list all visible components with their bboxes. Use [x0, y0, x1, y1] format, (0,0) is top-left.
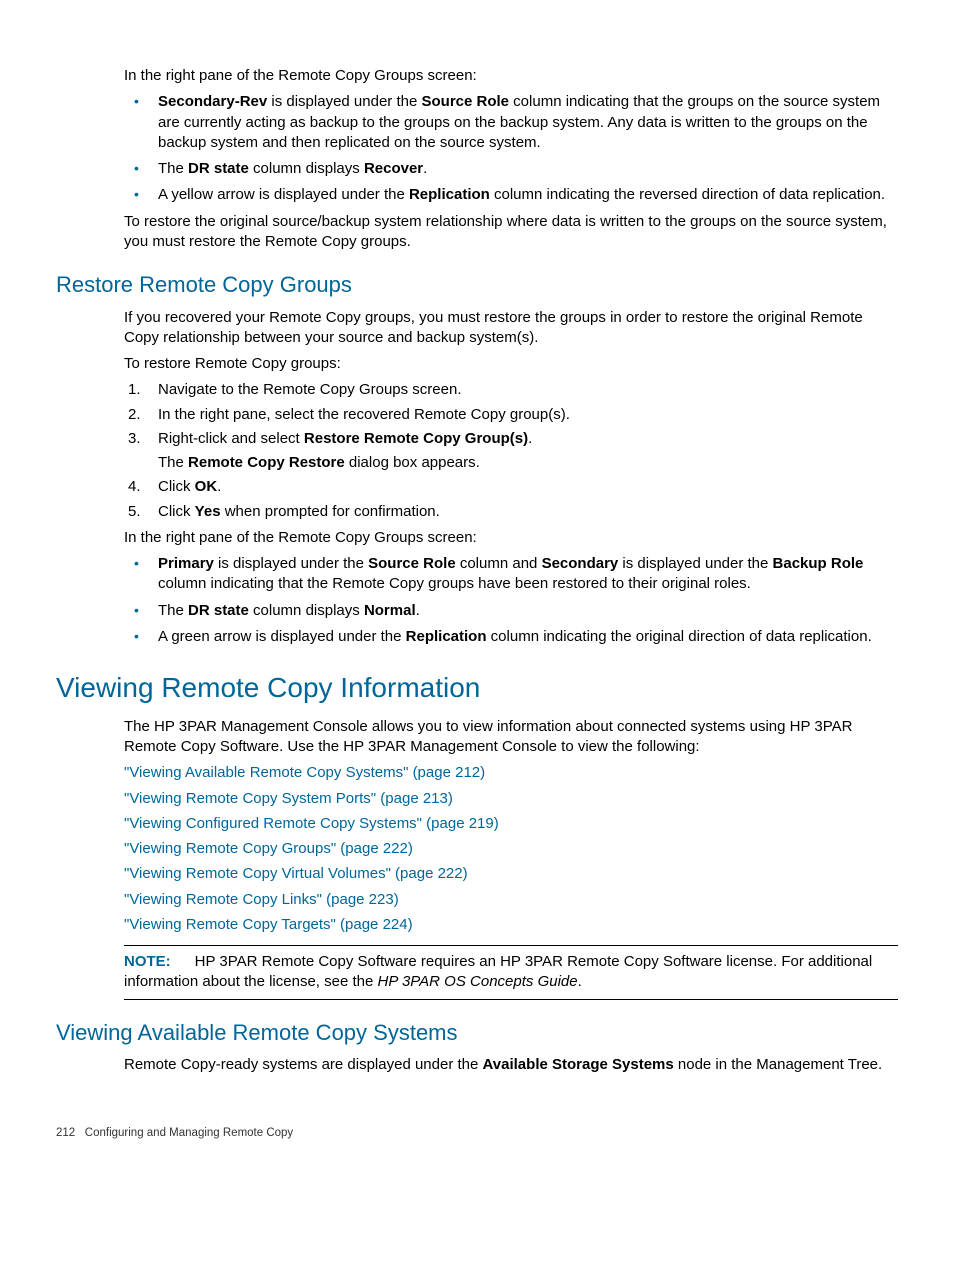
step-1: Navigate to the Remote Copy Groups scree… — [124, 380, 898, 400]
xref-link[interactable]: "Viewing Remote Copy Virtual Volumes" (p… — [124, 864, 898, 884]
page-footer: 212 Configuring and Managing Remote Copy — [56, 1126, 898, 1142]
viewing-p1: The HP 3PAR Management Console allows yo… — [124, 717, 898, 758]
heading-viewing: Viewing Remote Copy Information — [56, 669, 898, 707]
xref-link[interactable]: "Viewing Remote Copy System Ports" (page… — [124, 789, 898, 809]
xref-link[interactable]: "Viewing Configured Remote Copy Systems"… — [124, 814, 898, 834]
bullet-item: A yellow arrow is displayed under the Re… — [124, 185, 898, 205]
page-number: 212 — [56, 1127, 75, 1139]
bullet-item: Primary is displayed under the Source Ro… — [124, 554, 898, 595]
step-4: Click OK. — [124, 477, 898, 497]
step-5: Click Yes when prompted for confirmation… — [124, 502, 898, 522]
restore-after: In the right pane of the Remote Copy Gro… — [124, 528, 898, 548]
note-italic: HP 3PAR OS Concepts Guide — [378, 973, 578, 990]
xref-link[interactable]: "Viewing Remote Copy Groups" (page 222) — [124, 839, 898, 859]
bullet-item: The DR state column displays Recover. — [124, 159, 898, 179]
restore-p1: If you recovered your Remote Copy groups… — [124, 308, 898, 349]
intro-after: To restore the original source/backup sy… — [124, 212, 898, 253]
intro-bullets: Secondary-Rev is displayed under the Sou… — [124, 92, 898, 205]
note-label: NOTE: — [124, 953, 171, 970]
bullet-item: The DR state column displays Normal. — [124, 601, 898, 621]
step-3-result: The Remote Copy Restore dialog box appea… — [158, 453, 898, 473]
step-3: Right-click and select Restore Remote Co… — [124, 429, 898, 474]
xref-link[interactable]: "Viewing Remote Copy Links" (page 223) — [124, 890, 898, 910]
heading-restore: Restore Remote Copy Groups — [56, 270, 898, 300]
xref-link[interactable]: "Viewing Remote Copy Targets" (page 224) — [124, 915, 898, 935]
restore-bullets: Primary is displayed under the Source Ro… — [124, 554, 898, 647]
xref-link[interactable]: "Viewing Available Remote Copy Systems" … — [124, 763, 898, 783]
note-box: NOTE:HP 3PAR Remote Copy Software requir… — [124, 945, 898, 1000]
bullet-item: A green arrow is displayed under the Rep… — [124, 627, 898, 647]
heading-available: Viewing Available Remote Copy Systems — [56, 1018, 898, 1048]
available-p: Remote Copy-ready systems are displayed … — [124, 1055, 898, 1075]
bullet-item: Secondary-Rev is displayed under the Sou… — [124, 92, 898, 153]
intro-line: In the right pane of the Remote Copy Gro… — [124, 66, 898, 86]
chapter-title: Configuring and Managing Remote Copy — [85, 1127, 293, 1139]
step-2: In the right pane, select the recovered … — [124, 405, 898, 425]
restore-p2: To restore Remote Copy groups: — [124, 354, 898, 374]
restore-steps: Navigate to the Remote Copy Groups scree… — [124, 380, 898, 522]
